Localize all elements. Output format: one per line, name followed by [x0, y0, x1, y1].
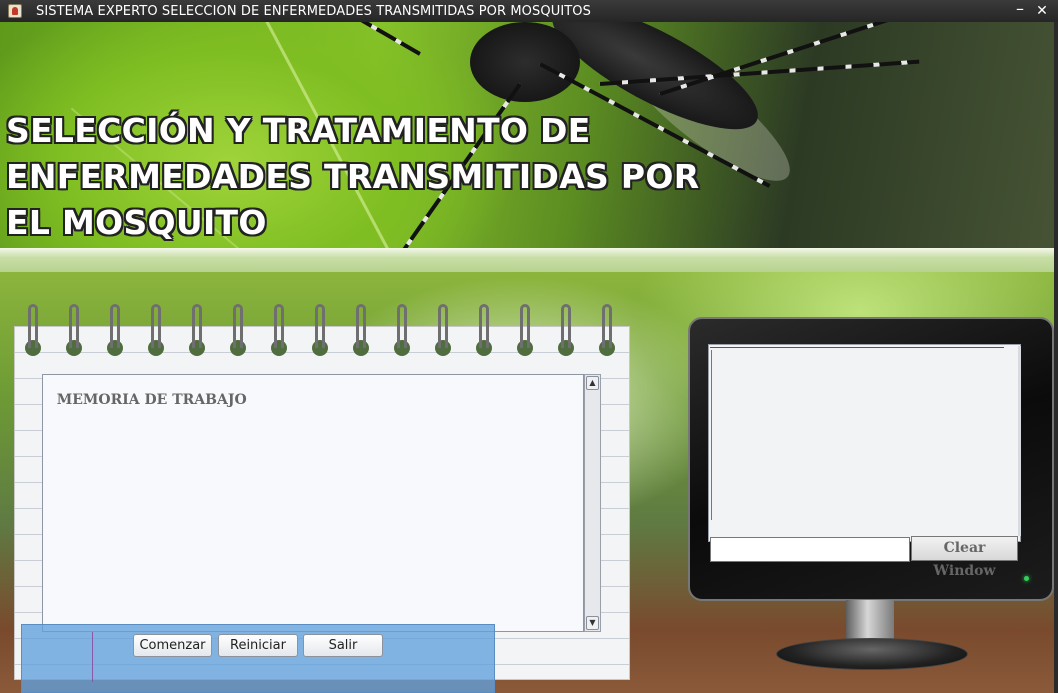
notepad-ring-icon	[352, 304, 370, 356]
reset-button[interactable]: Reiniciar	[218, 634, 298, 657]
notepad-ring-icon	[188, 304, 206, 356]
banner-title: SELECCIÓN Y TRATAMIENTO DE ENFERMEDADES …	[6, 108, 706, 246]
banner-title-line: EL MOSQUITO	[6, 203, 267, 242]
notepad-ring-icon	[311, 304, 329, 356]
mosquito-thorax-image	[470, 22, 580, 102]
working-memory-scrollbar[interactable]: ▲ ▼	[584, 374, 601, 632]
console-scrollbar[interactable]	[1018, 346, 1021, 536]
window-title: SISTEMA EXPERTO SELECCION DE ENFERMEDADE…	[36, 3, 591, 19]
console-top-line	[710, 347, 1004, 348]
working-memory-label: MEMORIA DE TRABAJO	[56, 392, 247, 408]
notepad-ring-icon	[147, 304, 165, 356]
window-title-bar: SISTEMA EXPERTO SELECCION DE ENFERMEDADE…	[0, 0, 1058, 22]
banner-title-line: ENFERMEDADES TRANSMITIDAS POR	[6, 157, 700, 196]
notepad-ring-icon	[516, 304, 534, 356]
minimize-icon[interactable]: –	[1012, 1, 1028, 19]
notepad-ring-icon	[65, 304, 83, 356]
exit-button[interactable]: Salir	[303, 634, 383, 657]
notepad-ring-icon	[106, 304, 124, 356]
selection-guide-line	[92, 632, 93, 682]
power-led-icon	[1024, 576, 1029, 581]
close-icon[interactable]: ✕	[1034, 3, 1050, 19]
monitor-stand-neck	[846, 600, 894, 642]
notepad-ring-icon	[434, 304, 452, 356]
console-output-area[interactable]	[708, 344, 1021, 542]
monitor-stand-base	[776, 638, 968, 670]
java-app-icon	[8, 4, 22, 18]
notepad-ring-icon	[475, 304, 493, 356]
console-cursor	[711, 350, 712, 520]
banner-divider-strip	[0, 248, 1054, 272]
header-banner: SELECCIÓN Y TRATAMIENTO DE ENFERMEDADES …	[0, 22, 1054, 248]
notepad-ring-icon	[393, 304, 411, 356]
scroll-down-icon[interactable]: ▼	[586, 616, 599, 630]
notepad-ring-icon	[24, 304, 42, 356]
notepad-ring-icon	[557, 304, 575, 356]
notepad-ring-icon	[598, 304, 616, 356]
window-right-border	[1054, 22, 1058, 693]
banner-title-line: SELECCIÓN Y TRATAMIENTO DE	[6, 111, 591, 150]
mosquito-leg-image	[280, 22, 421, 56]
working-memory-textarea[interactable]: MEMORIA DE TRABAJO	[42, 374, 584, 632]
scroll-up-icon[interactable]: ▲	[586, 376, 599, 390]
start-button[interactable]: Comenzar	[133, 634, 212, 657]
notepad-ring-icon	[229, 304, 247, 356]
clear-window-button[interactable]: Clear Window	[911, 536, 1018, 579]
console-input-field[interactable]	[710, 537, 910, 562]
notepad-ring-icon	[270, 304, 288, 356]
